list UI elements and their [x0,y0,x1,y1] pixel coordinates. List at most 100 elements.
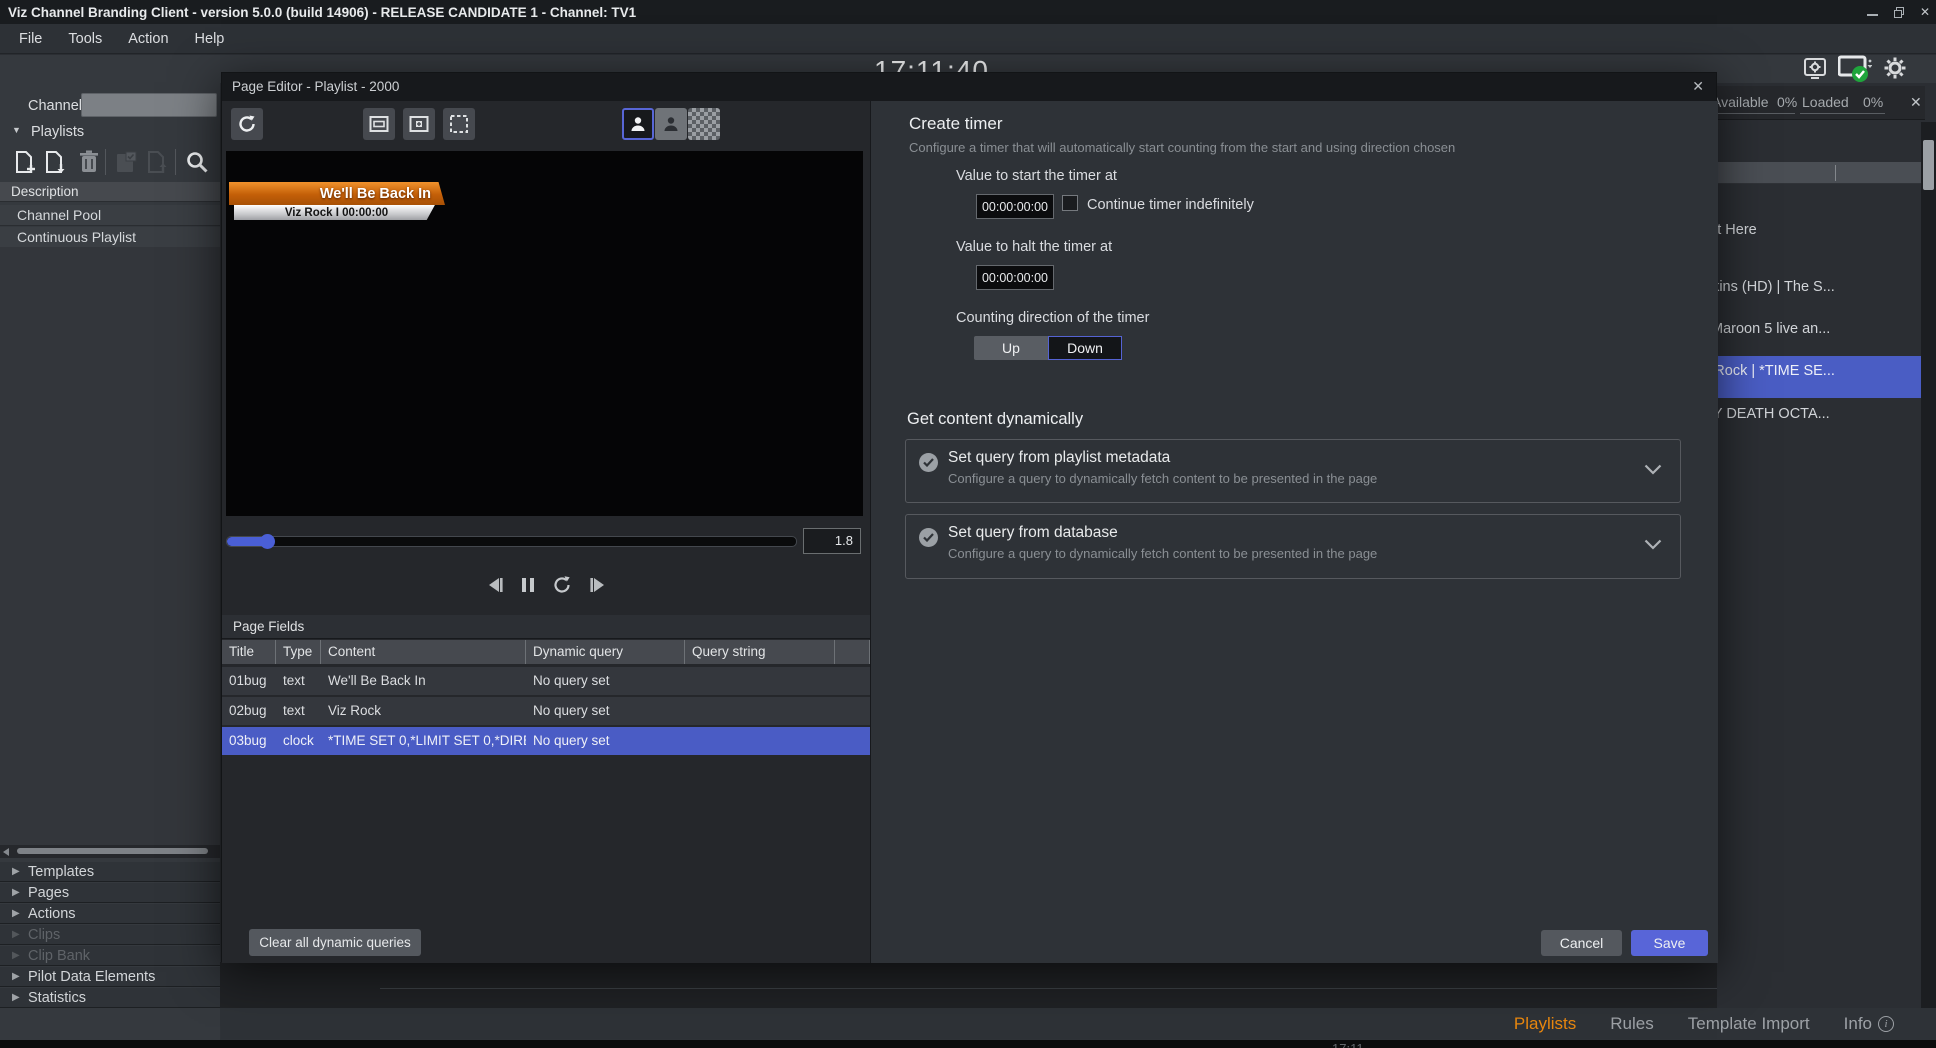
chevron-down-icon[interactable] [1644,539,1662,550]
step-forward-button[interactable] [589,577,607,593]
tab-info[interactable]: Info i [1844,1014,1894,1034]
scroll-left-icon[interactable] [3,848,9,856]
caret-down-icon: ▼ [12,125,21,135]
minimize-icon[interactable] [1867,3,1878,21]
chevron-down-icon[interactable] [1644,464,1662,475]
sidebar-section-pilot-data[interactable]: ▶Pilot Data Elements [0,967,220,987]
tab-playlists[interactable]: Playlists [1514,1014,1576,1034]
playlist-metadata-query-card[interactable]: Set query from playlist metadata Configu… [905,439,1681,503]
key-area-icon [409,114,429,134]
refresh-preview-button[interactable] [231,108,263,140]
available-label: Available [1712,94,1769,110]
playlist-row-continuous[interactable]: Continuous Playlist [0,227,220,248]
save-button[interactable]: Save [1631,930,1708,956]
menu-bar: File Tools Action Help [0,24,1936,54]
delete-playlist-icon[interactable] [78,150,102,174]
menu-file[interactable]: File [8,27,53,51]
description-column-header[interactable]: Description [0,182,220,202]
dialog-close-icon[interactable]: ✕ [1692,78,1704,95]
window-titlebar: Viz Channel Branding Client - version 5.… [0,0,1936,24]
preview-scrub-row: 1.8 [222,528,870,554]
start-value-input[interactable] [976,194,1054,219]
window-controls: ✕ [1867,0,1930,24]
tab-rules[interactable]: Rules [1610,1014,1653,1034]
export-playlist-icon [144,150,168,174]
page-fields-header: Page Fields [222,615,870,639]
info-icon: i [1878,1016,1894,1032]
playlists-section-header[interactable]: ▼ Playlists [0,123,220,145]
col-dynamic-query[interactable]: Dynamic query [526,640,685,664]
page-field-row[interactable]: 01bug text We'll Be Back In No query set [222,667,870,695]
activate-playlist-icon [114,150,138,174]
footer-tab-bar: Playlists Rules Template Import Info i [220,1008,1936,1040]
playlist-vertical-scrollbar[interactable] [1921,122,1936,1008]
bounding-box-icon [449,114,469,134]
direction-label: Counting direction of the timer [956,310,1149,326]
loop-button[interactable] [552,575,572,595]
new-playlist-icon[interactable] [12,150,36,174]
database-query-card[interactable]: Set query from database Configure a quer… [905,514,1681,579]
page-field-row[interactable]: 02bug text Viz Rock No query set [222,697,870,725]
playlist-list-empty-area [0,247,220,845]
bug-title-bar: We'll Be Back In [229,182,445,205]
sidebar-section-pages[interactable]: ▶Pages [0,883,220,903]
clear-dynamic-queries-button[interactable]: Clear all dynamic queries [249,929,421,956]
caret-right-icon: ▶ [12,862,20,882]
menu-tools[interactable]: Tools [57,27,113,51]
view-bounding-box-button[interactable] [443,108,475,140]
preview-rgb-button[interactable] [622,108,654,140]
caret-right-icon: ▶ [12,988,20,1008]
settings-gear-icon[interactable] [1884,57,1906,79]
playlist-row-channel-pool[interactable]: Channel Pool [0,205,220,226]
sidebar-section-clips: ▶Clips [0,925,220,945]
menu-action[interactable]: Action [117,27,179,51]
sidebar-section-actions[interactable]: ▶Actions [0,904,220,924]
halt-value-input[interactable] [976,265,1054,290]
dialog-titlebar: Page Editor - Playlist - 2000 ✕ [222,73,1716,101]
menu-help[interactable]: Help [184,27,236,51]
close-icon[interactable]: ✕ [1920,6,1930,18]
local-preview-settings-icon[interactable] [1803,56,1827,80]
direction-down-button[interactable]: Down [1048,336,1122,360]
sidebar-section-statistics[interactable]: ▶Statistics [0,988,220,1008]
scrollbar-thumb[interactable] [17,848,208,854]
sidebar-section-templates[interactable]: ▶Templates [0,862,220,882]
playlists-toolbar [0,147,220,179]
sidebar-horizontal-scrollbar[interactable] [0,845,220,858]
continue-indefinitely-checkbox[interactable] [1062,195,1078,211]
refresh-icon [237,114,257,134]
direction-up-button[interactable]: Up [974,336,1048,360]
col-content[interactable]: Content [321,640,526,664]
channel-label: Channel: [28,98,86,114]
pause-button[interactable] [521,577,535,593]
tab-template-import[interactable]: Template Import [1688,1014,1810,1034]
slider-thumb[interactable] [260,534,275,549]
caret-right-icon: ▶ [12,925,20,945]
window-title: Viz Channel Branding Client - version 5.… [0,5,636,20]
col-title[interactable]: Title [222,640,276,664]
channel-input[interactable] [81,93,217,117]
preview-alpha-button[interactable] [688,108,720,140]
caret-right-icon: ▶ [12,883,20,903]
scrub-value[interactable]: 1.8 [803,528,861,554]
scrollbar-thumb[interactable] [1923,140,1934,190]
col-query-string[interactable]: Query string [685,640,835,664]
continue-indefinitely-label: Continue timer indefinitely [1087,197,1254,213]
page-field-row-selected[interactable]: 03bug clock *TIME SET 0,*LIMIT SET 0,*DI… [222,727,870,755]
sidebar-section-clip-bank: ▶Clip Bank [0,946,220,966]
application-window: Viz Channel Branding Client - version 5.… [0,0,1936,1048]
create-timer-heading: Create timer [909,114,1003,134]
scrub-slider[interactable] [226,536,797,547]
search-icon[interactable] [185,150,209,174]
import-playlist-icon[interactable] [42,150,66,174]
restore-icon[interactable] [1894,7,1904,17]
view-title-area-button[interactable] [363,108,395,140]
playout-status-icon[interactable] [1838,55,1872,83]
col-type[interactable]: Type [276,640,321,664]
close-status-icon[interactable]: ✕ [1910,94,1922,111]
bottom-clock-partial: 17:11 [1332,1041,1364,1048]
view-key-area-button[interactable] [403,108,435,140]
step-back-button[interactable] [486,577,504,593]
cancel-button[interactable]: Cancel [1541,930,1622,956]
preview-key-button[interactable] [655,108,687,140]
